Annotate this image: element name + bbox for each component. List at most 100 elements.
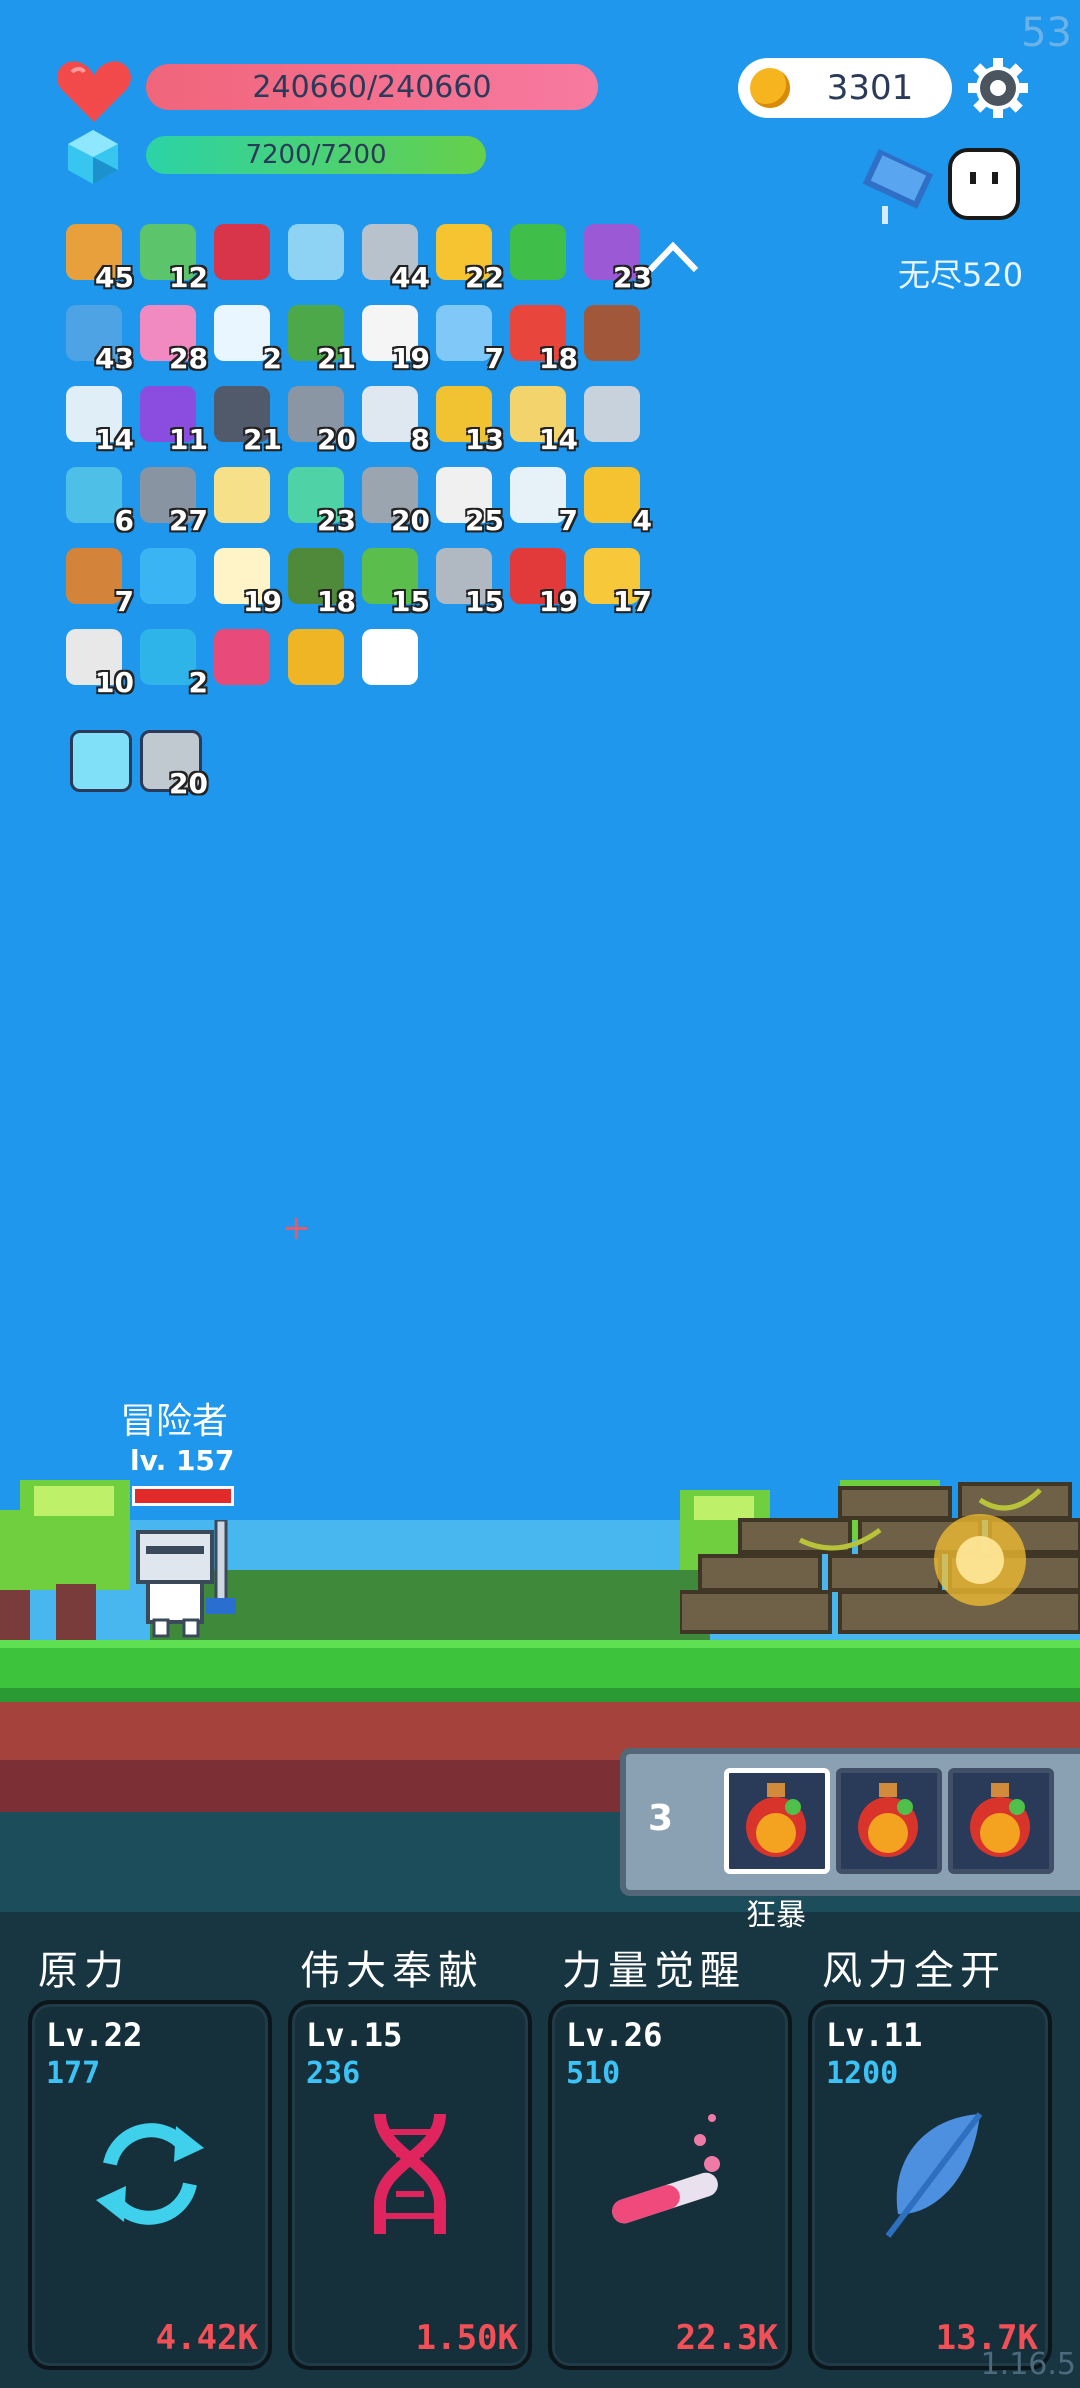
settings-gear-icon[interactable]	[966, 56, 1030, 120]
buff-count: 7	[114, 585, 134, 618]
buff-item[interactable]: 20	[284, 382, 356, 456]
buff-count: 27	[169, 504, 208, 537]
buff-count: 2	[188, 666, 208, 699]
buff-item[interactable]	[284, 220, 352, 288]
buff-item[interactable]: 7	[432, 301, 504, 375]
rage-potion-icon	[746, 1783, 806, 1857]
buff-item[interactable]	[210, 463, 278, 531]
buff-count: 14	[539, 423, 578, 456]
buff-item[interactable]: 19	[358, 301, 430, 375]
skill-cost: 510	[566, 2056, 621, 2091]
blue-flag-icon[interactable]	[862, 146, 946, 226]
knight-hero-sprite[interactable]	[128, 1520, 248, 1640]
skill-level: Lv.26	[566, 2016, 663, 2054]
buff-item[interactable]: 4	[580, 463, 652, 537]
white-flower-icon	[362, 629, 418, 685]
buff-count: 4	[632, 504, 652, 537]
buff-item[interactable]: 21	[210, 382, 282, 456]
skill-card-devotion[interactable]: Lv.15 236 1.50K	[288, 2000, 532, 2370]
buff-item[interactable]	[358, 625, 426, 693]
rage-potion-icon	[970, 1783, 1030, 1857]
buff-item[interactable]	[506, 220, 574, 288]
extra-buff-item[interactable]	[66, 726, 134, 794]
rock-wall-enemy[interactable]	[680, 1480, 1080, 1640]
jam-jar-icon	[214, 629, 270, 685]
skill-cost: 177	[46, 2056, 101, 2091]
buff-item[interactable]: 7	[506, 463, 578, 537]
buff-item[interactable]	[580, 382, 648, 450]
buff-item[interactable]: 13	[432, 382, 504, 456]
buff-item[interactable]: 28	[136, 301, 208, 375]
skill-card-awakening[interactable]: Lv.26 510 22.3K	[548, 2000, 792, 2370]
buff-item[interactable]: 14	[506, 382, 578, 456]
hero-hp-bar	[132, 1486, 234, 1506]
buff-item[interactable]: 2	[136, 625, 208, 699]
buff-item[interactable]: 21	[284, 301, 356, 375]
coin-counter[interactable]: 3301	[738, 58, 952, 118]
buff-count: 20	[169, 767, 208, 800]
buff-item[interactable]: 7	[62, 544, 134, 618]
buff-count: 20	[317, 423, 356, 456]
buff-item[interactable]	[284, 625, 352, 693]
skill-level: Lv.22	[46, 2016, 143, 2054]
buff-item[interactable]: 12	[136, 220, 208, 294]
buff-item[interactable]: 19	[506, 544, 578, 618]
skill-title-2: 伟大奉献	[300, 1948, 484, 1994]
potion-slot-2[interactable]	[836, 1768, 942, 1874]
buff-item[interactable]: 17	[580, 544, 652, 618]
feather-icon	[885, 2112, 983, 2238]
buff-count: 43	[95, 342, 134, 375]
buff-count: 18	[317, 585, 356, 618]
buff-item[interactable]: 19	[210, 544, 282, 618]
buff-item[interactable]: 23	[284, 463, 356, 537]
mana-bar: 7200/7200	[146, 136, 486, 174]
potion-slot-1[interactable]	[724, 1768, 830, 1874]
buff-count: 14	[95, 423, 134, 456]
skill-title-1: 原力	[38, 1948, 130, 1994]
buff-count: 45	[95, 261, 134, 294]
potion-slot-3[interactable]	[948, 1768, 1054, 1874]
buff-item[interactable]: 45	[62, 220, 134, 294]
skill-card-force[interactable]: Lv.22 177 4.42K	[28, 2000, 272, 2370]
buff-count: 7	[484, 342, 504, 375]
buff-item[interactable]: 10	[62, 625, 134, 699]
buff-item[interactable]: 8	[358, 382, 430, 456]
buff-item[interactable]	[210, 220, 278, 288]
extra-buff-item[interactable]: 20	[136, 726, 208, 800]
buff-item[interactable]: 22	[432, 220, 504, 294]
refresh-cycle-icon	[96, 2123, 204, 2225]
sickle-icon	[584, 386, 640, 442]
buff-item[interactable]: 25	[432, 463, 504, 537]
buff-item[interactable]: 27	[136, 463, 208, 537]
buff-item[interactable]	[136, 544, 204, 612]
skill-card-wind[interactable]: Lv.11 1200 13.7K	[808, 2000, 1052, 2370]
buff-item[interactable]: 15	[432, 544, 504, 618]
buff-count: 44	[391, 261, 430, 294]
ghost-mascot-icon[interactable]	[946, 146, 1022, 222]
grass-edge	[0, 1688, 1080, 1702]
skill-level: Lv.15	[306, 2016, 403, 2054]
buff-item[interactable]	[210, 625, 278, 693]
gold-coin-icon	[750, 68, 790, 108]
buff-item[interactable]: 6	[62, 463, 134, 537]
buff-count: 6	[114, 504, 134, 537]
buff-item[interactable]: 15	[358, 544, 430, 618]
buff-item[interactable]: 23	[580, 220, 652, 294]
buff-item[interactable]: 44	[358, 220, 430, 294]
hero-name: 冒险者	[120, 1401, 229, 1442]
buff-item[interactable]: 11	[136, 382, 208, 456]
buff-item[interactable]: 18	[284, 544, 356, 618]
fps-counter: 53	[1021, 10, 1072, 56]
buff-count: 28	[169, 342, 208, 375]
mana-text: 7200/7200	[245, 140, 387, 170]
buff-count: 15	[465, 585, 504, 618]
buff-count: 2	[262, 342, 282, 375]
buff-item[interactable]: 20	[358, 463, 430, 537]
buff-item[interactable]: 2	[210, 301, 282, 375]
buff-item[interactable]	[580, 301, 648, 369]
buff-item[interactable]: 43	[62, 301, 134, 375]
buff-count: 13	[465, 423, 504, 456]
buff-item[interactable]: 18	[506, 301, 578, 375]
chevron-up-icon[interactable]	[646, 240, 700, 274]
buff-item[interactable]: 14	[62, 382, 134, 456]
